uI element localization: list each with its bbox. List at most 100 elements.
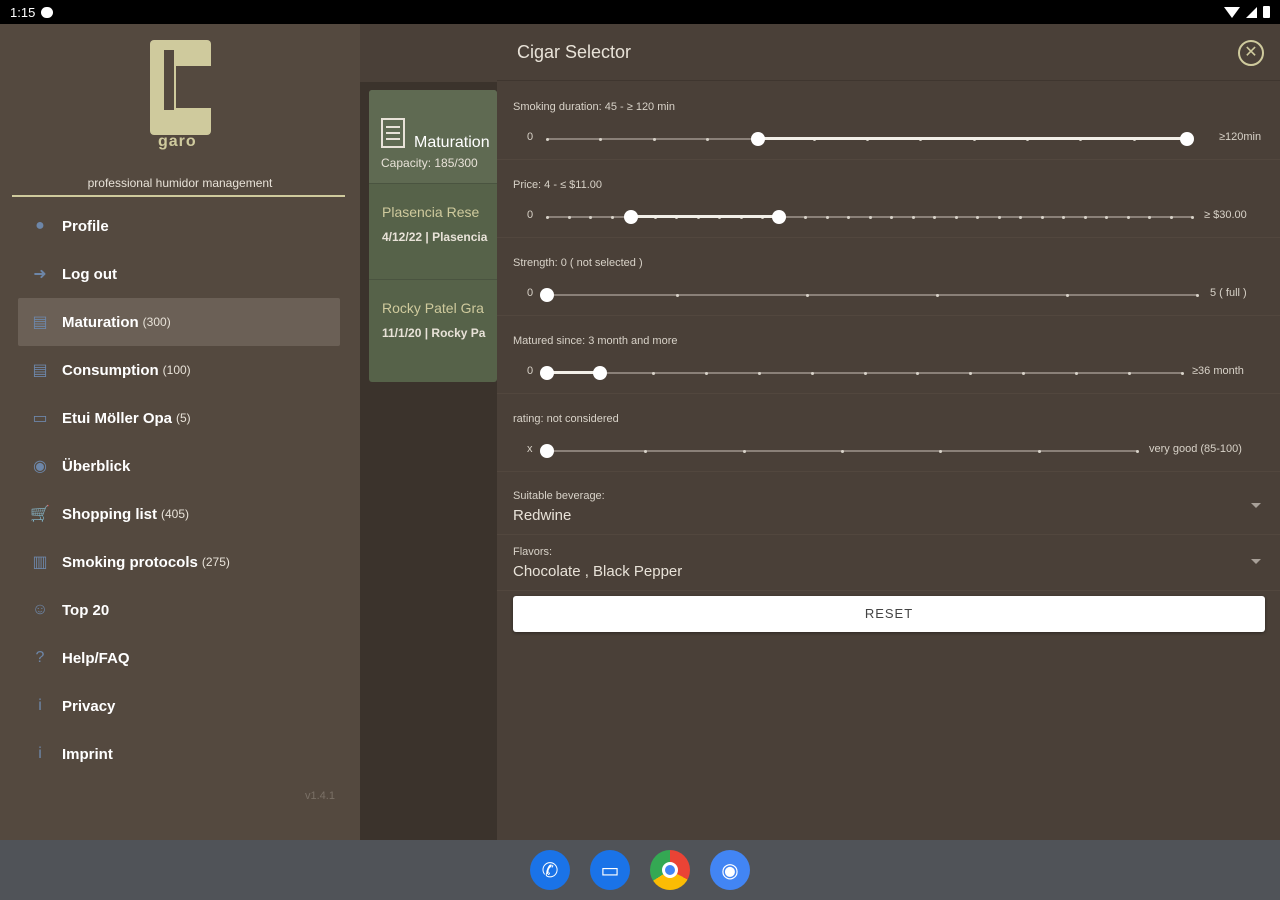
drawer-item-shopping-list[interactable]: 🛒 Shopping list (405): [18, 490, 340, 538]
slider-tick: [976, 216, 979, 219]
camera-app-icon[interactable]: ◉: [710, 850, 750, 890]
app-version: v1.4.1: [305, 790, 335, 802]
slider-tick: [742, 450, 746, 453]
drawer-item-label: Help/FAQ: [62, 649, 130, 667]
slider-max-label: ≥ $30.00: [1204, 209, 1247, 221]
slider-caption: Price: 4 - ≤ $11.00: [513, 179, 602, 191]
beverage-caption: Suitable beverage:: [513, 490, 605, 502]
slider-min-label: x: [527, 443, 533, 455]
humidor-card-header[interactable]: Maturation Capacity: 185/300: [369, 90, 497, 183]
drawer-item-count: (100): [162, 363, 191, 377]
beverage-select[interactable]: Suitable beverage: Redwine: [497, 479, 1280, 535]
info-icon: i: [38, 697, 42, 714]
slider-thumb[interactable]: [772, 210, 787, 224]
slider-tick: [757, 372, 761, 375]
slider-tick: [916, 372, 920, 375]
close-button[interactable]: ✕: [1238, 40, 1264, 66]
status-bar: 1:15: [0, 0, 1280, 24]
drawer-item-count: (300): [142, 315, 171, 329]
drawer-item-label: Überblick: [62, 457, 131, 475]
case-icon: ▭: [32, 410, 48, 427]
slider-tick: [1126, 216, 1130, 219]
slider-thumb[interactable]: [623, 210, 638, 224]
drawer-item-label: Maturation: [62, 313, 139, 331]
message-notification-icon: [41, 6, 54, 18]
drawer-divider: [12, 195, 345, 197]
drawer-item-profile[interactable]: ● Profile: [18, 202, 340, 250]
slider-tick: [954, 216, 958, 219]
slider-track[interactable]: [547, 294, 1197, 296]
list-item[interactable]: Plasencia Rese 4/12/22 | Plasencia: [369, 183, 497, 279]
drawer-item-etui-m-ller-opa[interactable]: ▭ Etui Möller Opa (5): [18, 394, 340, 442]
slider-tick: [1169, 216, 1173, 219]
slider-tick: [863, 372, 867, 375]
slider-thumb[interactable]: [751, 132, 766, 146]
drawer-item-privacy[interactable]: i Privacy: [18, 682, 340, 730]
drawer-item-smoking-protocols[interactable]: ▥ Smoking protocols (275): [18, 538, 340, 586]
slider-thumb[interactable]: [592, 366, 607, 380]
slider-tick: [997, 216, 1001, 219]
slider-tick: [1196, 294, 1199, 297]
slider-tick: [841, 450, 844, 453]
slider-tick: [810, 372, 814, 375]
taskbar: ✆ ▭ ◉: [0, 840, 1280, 900]
humidor-capacity: Capacity: 185/300: [381, 156, 478, 170]
app-logo: [150, 40, 211, 136]
slider-max-label: 5 ( full ): [1210, 287, 1247, 299]
drawer-item-imprint[interactable]: i Imprint: [18, 730, 340, 778]
phone-app-icon[interactable]: ✆: [530, 850, 570, 890]
slider-tick: [1105, 216, 1108, 219]
drawer-item-label: Imprint: [62, 745, 113, 763]
chrome-app-icon[interactable]: [650, 850, 690, 890]
logout-icon: ➜: [33, 266, 47, 283]
slider-tick: [936, 294, 939, 297]
drawer-item--berblick[interactable]: ◉ Überblick: [18, 442, 340, 490]
slider-tick: [546, 138, 549, 141]
slider-thumb[interactable]: [540, 444, 554, 458]
eye-icon: ◉: [33, 458, 47, 475]
slider-tick: [1075, 372, 1079, 375]
app-tagline: professional humidor management: [87, 176, 273, 190]
cigar-subtitle: 11/1/20 | Rocky Pa: [382, 326, 486, 340]
drawer-item-consumption[interactable]: ▤ Consumption (100): [18, 346, 340, 394]
slider-tick: [706, 138, 709, 141]
slider-tick: [1037, 450, 1041, 453]
list-item[interactable]: Rocky Patel Gra 11/1/20 | Rocky Pa: [369, 279, 497, 375]
person-icon: ●: [35, 217, 45, 234]
wifi-icon: [1224, 6, 1240, 18]
slider-caption: Strength: 0 ( not selected ): [513, 257, 643, 269]
slider-active-range: [758, 137, 1187, 140]
reset-button[interactable]: RESET: [513, 596, 1265, 632]
slider-tick: [1066, 294, 1069, 297]
slider-thumb[interactable]: [1180, 132, 1194, 146]
slider-max-label: ≥36 month: [1192, 365, 1244, 377]
drawer-item-maturation[interactable]: ▤ Maturation (300): [18, 298, 340, 346]
slider-thumb[interactable]: [540, 288, 554, 302]
slider-max-label: very good (85-100): [1149, 443, 1242, 455]
slider-active-range: [547, 371, 600, 374]
slider-caption: rating: not considered: [513, 413, 619, 425]
drawer-item-log-out[interactable]: ➜ Log out: [18, 250, 340, 298]
slider-tick: [704, 372, 708, 375]
slider-tick: [911, 216, 915, 219]
drawer-item-top-20[interactable]: ☺ Top 20: [18, 586, 340, 634]
slider-tick: [676, 294, 679, 297]
beverage-value: Redwine: [513, 507, 572, 524]
panel-title: Cigar Selector: [517, 42, 632, 62]
slider-tick: [610, 216, 614, 219]
humidor-card[interactable]: Maturation Capacity: 185/300 Plasencia R…: [369, 90, 497, 382]
slider-tick: [1019, 216, 1022, 219]
slider-thumb[interactable]: [540, 366, 554, 380]
flavors-select[interactable]: Flavors: Chocolate , Black Pepper: [497, 535, 1280, 591]
drawer-item-label: Profile: [62, 217, 109, 235]
flavors-caption: Flavors:: [513, 546, 553, 558]
messages-app-icon[interactable]: ▭: [590, 850, 630, 890]
slider-tick: [1128, 372, 1132, 375]
list-toolbar: [360, 24, 497, 82]
slider-tick: [1040, 216, 1044, 219]
slider-tick: [589, 216, 592, 219]
signal-icon: [1246, 6, 1257, 18]
drawer-item-help-faq[interactable]: ? Help/FAQ: [18, 634, 340, 682]
drawer-item-label: Privacy: [62, 697, 116, 715]
rating-icon: ☺: [31, 601, 49, 618]
